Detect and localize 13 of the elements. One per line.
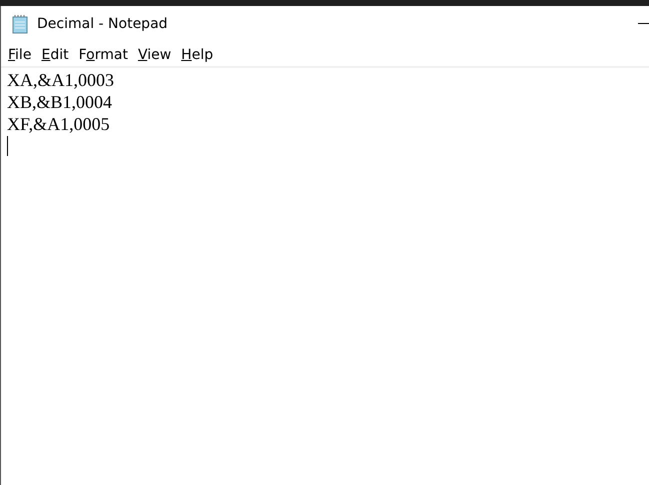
menu-item[interactable]: Help xyxy=(181,44,214,66)
window-title: Decimal - Notepad xyxy=(37,14,168,34)
text-line: XB,&B1,0004 xyxy=(7,91,112,113)
text-line: XF,&A1,0005 xyxy=(7,113,110,135)
text-editor[interactable]: XA,&A1,0003 XB,&B1,0004 XF,&A1,0005 xyxy=(1,68,649,485)
menu-item[interactable]: View xyxy=(138,44,172,66)
text-line: XA,&A1,0003 xyxy=(7,69,114,91)
menu-item[interactable]: Format xyxy=(78,44,128,66)
menu-item[interactable]: File xyxy=(8,44,32,66)
notepad-icon xyxy=(11,14,29,34)
minimize-icon[interactable] xyxy=(638,23,649,24)
text-cursor xyxy=(7,136,8,156)
menu-item[interactable]: Edit xyxy=(41,44,69,66)
